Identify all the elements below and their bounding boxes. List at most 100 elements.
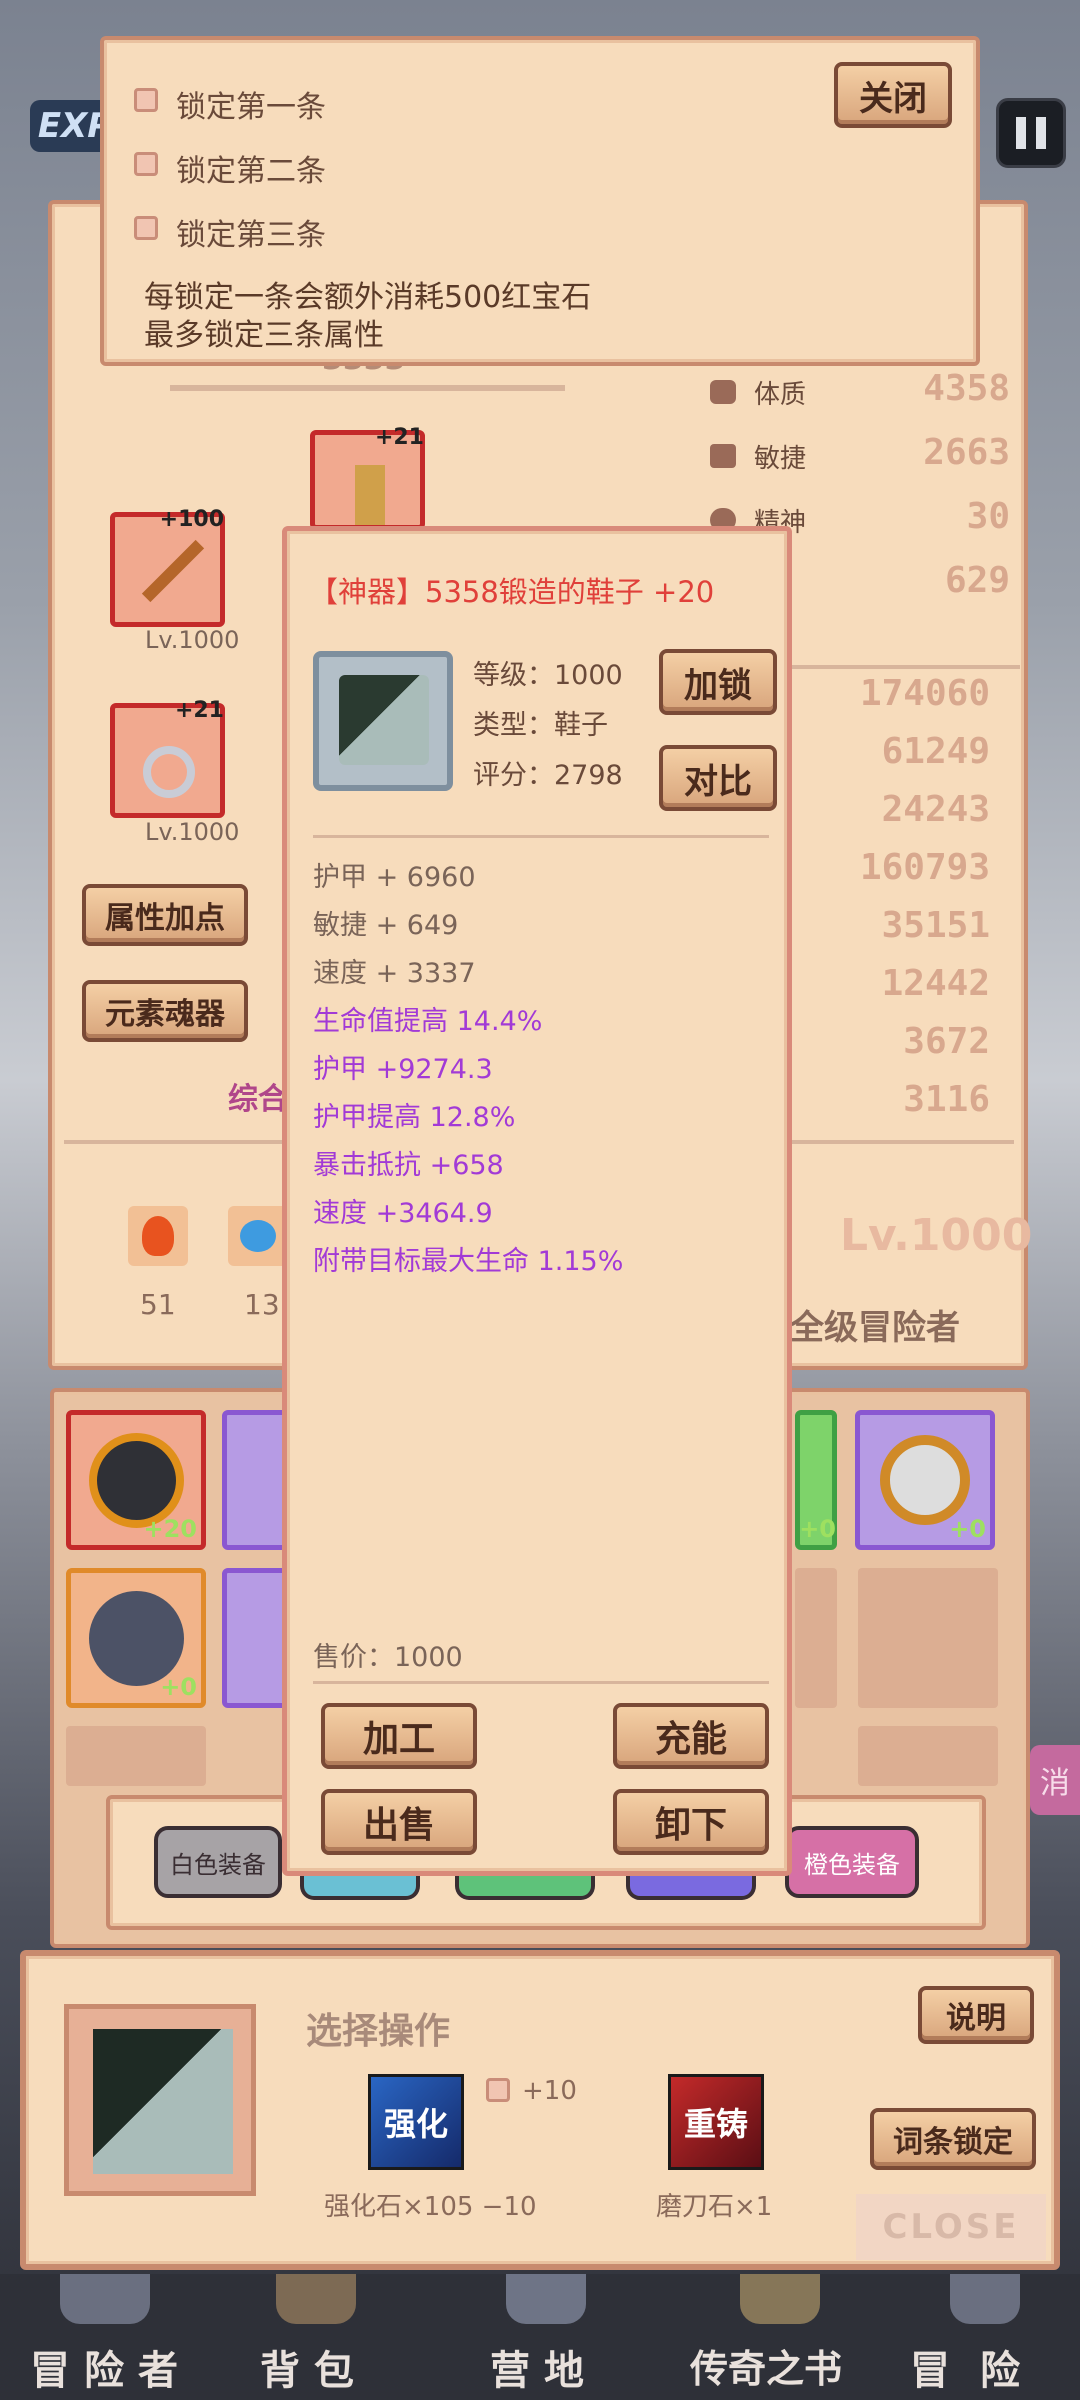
combat-stat: 160793 xyxy=(859,847,990,888)
sell-button[interactable]: 出售 xyxy=(321,1789,477,1855)
close-label: CLOSE xyxy=(882,2207,1020,2247)
checkbox[interactable] xyxy=(134,88,158,112)
button-label: 关闭 xyxy=(859,78,927,119)
inventory-slot[interactable]: +0 xyxy=(855,1410,995,1550)
lock-option-3[interactable]: 锁定第三条 xyxy=(134,210,434,253)
divider xyxy=(313,835,769,838)
crown-icon xyxy=(355,465,385,525)
checkbox[interactable] xyxy=(486,2078,510,2102)
option-label: 锁定第二条 xyxy=(176,154,326,189)
inventory-slot[interactable]: +0 xyxy=(66,1568,206,1708)
checkbox[interactable] xyxy=(134,152,158,176)
plus-ten-option[interactable]: +10 xyxy=(486,2076,586,2108)
rank-title: 全级冒险者 xyxy=(790,1308,960,1348)
element-soul-button[interactable]: 元素魂器 xyxy=(82,980,248,1042)
helmet-slot[interactable]: +21 xyxy=(310,425,425,530)
checkbox[interactable] xyxy=(134,216,158,240)
button-label: 说明 xyxy=(946,2001,1006,2036)
side-tab-label: 消 xyxy=(1040,1766,1070,1801)
bonus-attr: 生命值提高 14.4% xyxy=(313,1006,543,1037)
compare-button[interactable]: 对比 xyxy=(659,745,777,811)
lock-item-button[interactable]: 加锁 xyxy=(659,649,777,715)
lock-option-1[interactable]: 锁定第一条 xyxy=(134,82,434,125)
pause-icon xyxy=(1016,117,1046,149)
inventory-slot[interactable]: +20 xyxy=(66,1410,206,1550)
pause-button[interactable] xyxy=(996,98,1066,168)
charge-button[interactable]: 充能 xyxy=(613,1703,769,1769)
nav-label: 冒险者 xyxy=(30,2348,192,2394)
selected-item-frame xyxy=(64,2004,256,2196)
inventory-slot[interactable] xyxy=(66,1726,206,1786)
affix-lock-button[interactable]: 词条锁定 xyxy=(870,2108,1036,2170)
enhance-button[interactable]: 强化 xyxy=(368,2074,464,2170)
ring-plus: +21 xyxy=(174,698,224,723)
combat-stat: 3116 xyxy=(903,1079,990,1120)
slot-plus: +0 xyxy=(799,1515,836,1543)
bottom-nav: 冒险者 背包 营地 传奇之书 冒险 xyxy=(0,2274,1080,2400)
sword-nav-icon xyxy=(950,2274,1020,2324)
stat-label: 体质 xyxy=(754,380,807,410)
filter-white[interactable]: 白色装备 xyxy=(154,1826,282,1898)
slot-plus: +0 xyxy=(949,1515,986,1543)
nav-item-adventurer[interactable]: 冒险者 xyxy=(0,2274,210,2400)
divider xyxy=(313,1681,769,1684)
reforge-button[interactable]: 重铸 xyxy=(668,2074,764,2170)
nav-item-legend-book[interactable]: 传奇之书 xyxy=(680,2274,880,2400)
attribute-points-button[interactable]: 属性加点 xyxy=(82,884,248,946)
lock-dialog: 锁定第一条 锁定第二条 锁定第三条 每锁定一条会额外消耗500红宝石 最多锁定三… xyxy=(100,36,980,366)
base-attr: 护甲 + 6960 xyxy=(313,862,476,893)
lock-option-2[interactable]: 锁定第二条 xyxy=(134,146,434,189)
fire-gem-count: 51 xyxy=(140,1288,176,1321)
ring-slot[interactable]: +21 xyxy=(110,698,225,818)
stat-row: 体质 4358 xyxy=(710,368,1010,420)
stat-value: 30 xyxy=(966,496,1010,537)
inventory-slot[interactable] xyxy=(795,1568,837,1708)
craft-button[interactable]: 加工 xyxy=(321,1703,477,1769)
bonus-attr: 暴击抵抗 +658 xyxy=(313,1150,504,1181)
combat-stat: 35151 xyxy=(881,905,990,946)
side-tab[interactable]: 消 xyxy=(1030,1745,1080,1815)
stat-label: 敏捷 xyxy=(754,444,807,474)
nav-item-camp[interactable]: 营地 xyxy=(460,2274,640,2400)
help-button[interactable]: 说明 xyxy=(918,1986,1034,2044)
unequip-button[interactable]: 卸下 xyxy=(613,1789,769,1855)
stat-value: 2663 xyxy=(923,432,1010,473)
combat-stat: 3672 xyxy=(903,1021,990,1062)
close-dialog-button[interactable]: 关闭 xyxy=(834,62,952,128)
operation-title: 选择操作 xyxy=(306,2011,451,2052)
inventory-slot[interactable] xyxy=(858,1726,998,1786)
lock-note-2: 最多锁定三条属性 xyxy=(144,318,384,353)
filter-orange[interactable]: 橙色装备 xyxy=(785,1826,919,1898)
bonus-attr: 护甲提高 12.8% xyxy=(313,1102,516,1133)
inventory-slot[interactable] xyxy=(858,1568,998,1708)
inventory-slot[interactable]: +0 xyxy=(795,1410,837,1550)
filter-label: 橙色装备 xyxy=(804,1850,900,1879)
button-label: 加锁 xyxy=(684,665,752,706)
fire-gem-icon xyxy=(128,1206,188,1266)
sword-icon xyxy=(141,539,205,603)
nav-label: 背包 xyxy=(260,2348,368,2394)
nav-item-bag[interactable]: 背包 xyxy=(230,2274,410,2400)
button-label: 充能 xyxy=(654,1719,727,1760)
item-popup: 【神器】5358锻造的鞋子 +20 等级：1000 类型：鞋子 评分：2798 … xyxy=(282,526,792,1876)
button-label: 词条锁定 xyxy=(893,2125,1013,2160)
water-gem-count: 13 xyxy=(244,1288,280,1321)
bag-nav-icon xyxy=(276,2274,356,2324)
nav-item-adventure[interactable]: 冒险 xyxy=(900,2274,1080,2400)
overall-label: 综合 xyxy=(228,1082,288,1117)
boot-icon xyxy=(710,444,736,468)
nav-label: 营地 xyxy=(490,2348,598,2394)
item-icon-frame xyxy=(313,651,453,791)
level-display: Lv.1000 xyxy=(840,1210,1033,1261)
button-label: 对比 xyxy=(684,761,752,802)
close-panel-button[interactable]: CLOSE xyxy=(856,2194,1046,2260)
slot-plus: +20 xyxy=(143,1515,197,1543)
boots-icon xyxy=(93,2029,233,2174)
heart-icon xyxy=(710,380,736,404)
nav-label: 传奇之书 xyxy=(690,2347,843,2391)
enhance-cost: 强化石×105 −10 xyxy=(324,2192,537,2222)
plus-ten-label: +10 xyxy=(522,2076,577,2106)
item-title: 【神器】5358锻造的鞋子 +20 xyxy=(309,575,715,609)
weapon-slot[interactable]: +100 xyxy=(110,507,225,627)
stat-value: 4358 xyxy=(923,368,1010,409)
